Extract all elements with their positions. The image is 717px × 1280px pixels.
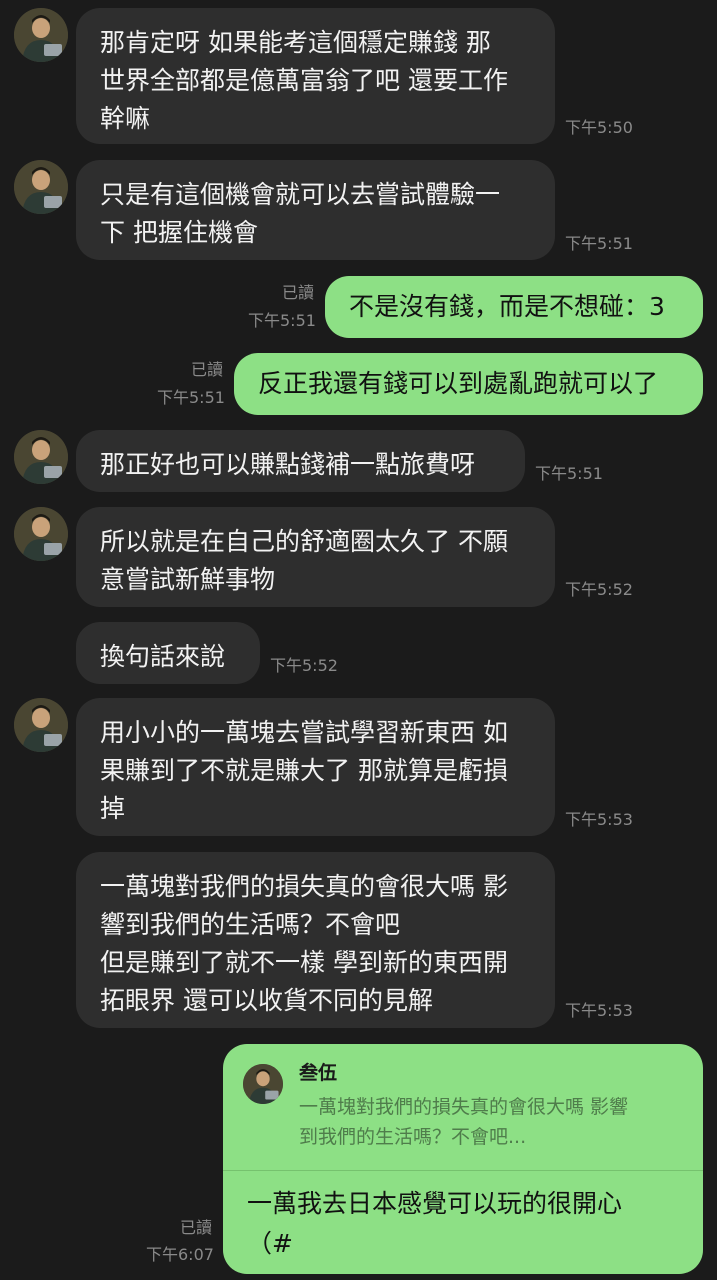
- message-bubble[interactable]: 換句話來說: [76, 622, 260, 684]
- message-timestamp: 下午6:07: [146, 1245, 214, 1264]
- avatar[interactable]: [14, 160, 68, 214]
- message-text: 掉: [100, 794, 126, 823]
- message-bubble[interactable]: 那肯定呀 如果能考這個穩定賺錢 那 世界全部都是億萬富翁了吧 還要工作 幹嘛: [76, 8, 555, 144]
- message-text: 響到我們的生活嗎？不會吧: [100, 910, 401, 939]
- avatar[interactable]: [14, 507, 68, 561]
- message-text: 換句話來說: [100, 642, 226, 671]
- message-text: 意嘗試新鮮事物: [100, 565, 276, 594]
- message-text: 果賺到了不就是賺大了 那就算是虧損: [100, 756, 508, 785]
- quoted-text: 一萬塊對我們的損失真的會很大嗎 影響: [299, 1096, 629, 1118]
- avatar[interactable]: [14, 8, 68, 62]
- read-receipt: 已讀: [282, 283, 315, 302]
- message-text: 世界全部都是億萬富翁了吧 還要工作: [100, 66, 508, 95]
- message-timestamp: 下午5:51: [565, 234, 633, 253]
- message-timestamp: 下午5:50: [565, 118, 633, 137]
- quoted-text: 到我們的生活嗎？不會吧...: [299, 1126, 527, 1148]
- message-text: 所以就是在自己的舒適圈太久了 不願: [100, 527, 508, 556]
- avatar[interactable]: [14, 698, 68, 752]
- message-text: 拓眼界 還可以收貨不同的見解: [100, 986, 433, 1015]
- read-receipt: 已讀: [180, 1218, 213, 1237]
- message-timestamp: 下午5:51: [157, 388, 225, 407]
- message-bubble[interactable]: 那正好也可以賺點錢補一點旅費呀: [76, 430, 525, 492]
- message-timestamp: 下午5:51: [248, 311, 316, 330]
- message-text: 一萬我去日本感覺可以玩的很開心: [247, 1189, 623, 1218]
- message-text: 那正好也可以賺點錢補一點旅費呀: [100, 450, 476, 479]
- message-bubble[interactable]: 所以就是在自己的舒適圈太久了 不願 意嘗試新鮮事物: [76, 507, 555, 607]
- message-text: 只是有這個機會就可以去嘗試體驗一: [100, 180, 501, 209]
- message-bubble[interactable]: 一萬塊對我們的損失真的會很大嗎 影 響到我們的生活嗎？不會吧 但是賺到了就不一樣…: [76, 852, 555, 1028]
- message-text: 用小小的一萬塊去嘗試學習新東西 如: [100, 718, 508, 747]
- message-bubble[interactable]: 反正我還有錢可以到處亂跑就可以了: [234, 353, 703, 415]
- divider: [223, 1170, 703, 1171]
- read-receipt: 已讀: [191, 360, 224, 379]
- message-bubble[interactable]: 只是有這個機會就可以去嘗試體驗一 下 把握住機會: [76, 160, 555, 260]
- avatar-photo-icon: [14, 430, 68, 484]
- avatar-photo-icon: [14, 698, 68, 752]
- quoted-sender-name: 叁伍: [299, 1062, 338, 1084]
- message-timestamp: 下午5:52: [565, 580, 633, 599]
- avatar-photo-icon: [243, 1064, 283, 1104]
- avatar-photo-icon: [14, 160, 68, 214]
- message-timestamp: 下午5:52: [270, 656, 338, 675]
- quoted-message[interactable]: 一萬塊對我們的損失真的會很大嗎 影響 到我們的生活嗎？不會吧...: [299, 1092, 628, 1152]
- message-text: 那肯定呀 如果能考這個穩定賺錢 那: [100, 28, 491, 57]
- message-bubble[interactable]: 用小小的一萬塊去嘗試學習新東西 如 果賺到了不就是賺大了 那就算是虧損 掉: [76, 698, 555, 836]
- message-bubble[interactable]: 不是沒有錢，而是不想碰：3: [325, 276, 703, 338]
- avatar[interactable]: [14, 430, 68, 484]
- message-text: 幹嘛: [100, 104, 151, 133]
- message-text: 一萬塊對我們的損失真的會很大嗎 影: [100, 872, 508, 901]
- message-text: 但是賺到了就不一樣 學到新的東西開: [100, 948, 508, 977]
- message-timestamp: 下午5:53: [565, 810, 633, 829]
- message-timestamp: 下午5:51: [535, 464, 603, 483]
- quoted-avatar: [243, 1064, 283, 1104]
- chat-view[interactable]: 那肯定呀 如果能考這個穩定賺錢 那 世界全部都是億萬富翁了吧 還要工作 幹嘛 下…: [0, 0, 717, 1280]
- avatar-photo-icon: [14, 507, 68, 561]
- avatar-photo-icon: [14, 8, 68, 62]
- message-text: 反正我還有錢可以到處亂跑就可以了: [258, 369, 659, 398]
- message-text: 下 把握住機會: [100, 218, 258, 247]
- message-text: 不是沒有錢，而是不想碰：3: [349, 292, 665, 321]
- reply-text: 一萬我去日本感覺可以玩的很開心 （#: [247, 1184, 622, 1264]
- message-text: （#: [247, 1229, 293, 1258]
- reply-message-bubble[interactable]: 叁伍 一萬塊對我們的損失真的會很大嗎 影響 到我們的生活嗎？不會吧... 一萬我…: [223, 1044, 703, 1274]
- message-timestamp: 下午5:53: [565, 1001, 633, 1020]
